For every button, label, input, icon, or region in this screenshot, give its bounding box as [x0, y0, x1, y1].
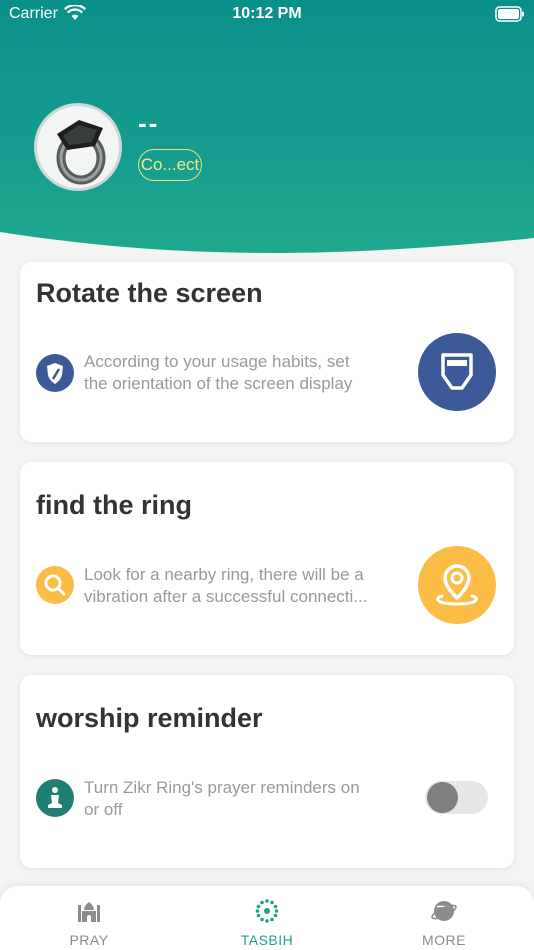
tab-tasbih[interactable]: TASBIH [207, 898, 327, 948]
card-find-ring[interactable]: find the ring Look for a nearby ring, th… [20, 462, 514, 655]
praying-person-icon [36, 779, 74, 817]
tasbih-beads-icon [255, 899, 279, 923]
reminder-toggle[interactable] [425, 781, 488, 814]
screen-rotate-icon[interactable] [418, 333, 496, 411]
card-worship-reminder[interactable]: worship reminder Turn Zikr Ring's prayer… [20, 675, 514, 868]
card-title: worship reminder [36, 703, 263, 733]
shield-icon [36, 354, 74, 392]
tab-pray[interactable]: PRAY [29, 898, 149, 948]
mosque-icon [78, 902, 100, 922]
tab-more[interactable]: MORE [384, 898, 504, 948]
card-rotate-screen[interactable]: Rotate the screen According to your usag… [20, 262, 514, 442]
ring-avatar[interactable] [34, 103, 122, 191]
card-title: Rotate the screen [36, 278, 263, 308]
location-pin-icon[interactable] [418, 546, 496, 624]
toggle-knob [427, 782, 458, 813]
planet-icon [431, 901, 457, 921]
status-bar: Carrier 10:12 PM [0, 0, 534, 30]
card-title: find the ring [36, 490, 192, 520]
tab-bar: PRAY TASBIH MORE [0, 886, 534, 950]
connect-status-button[interactable]: Co...ect [138, 149, 202, 181]
card-description: Turn Zikr Ring's prayer reminders on or … [84, 778, 360, 819]
battery-icon [495, 6, 524, 22]
device-name: -- [138, 108, 160, 138]
clock: 10:12 PM [232, 5, 302, 22]
card-description: Look for a nearby ring, there will be a … [84, 565, 368, 606]
ring-image-icon [56, 120, 106, 185]
search-icon [36, 566, 74, 604]
card-description: According to your usage habits, set the … [84, 352, 353, 393]
